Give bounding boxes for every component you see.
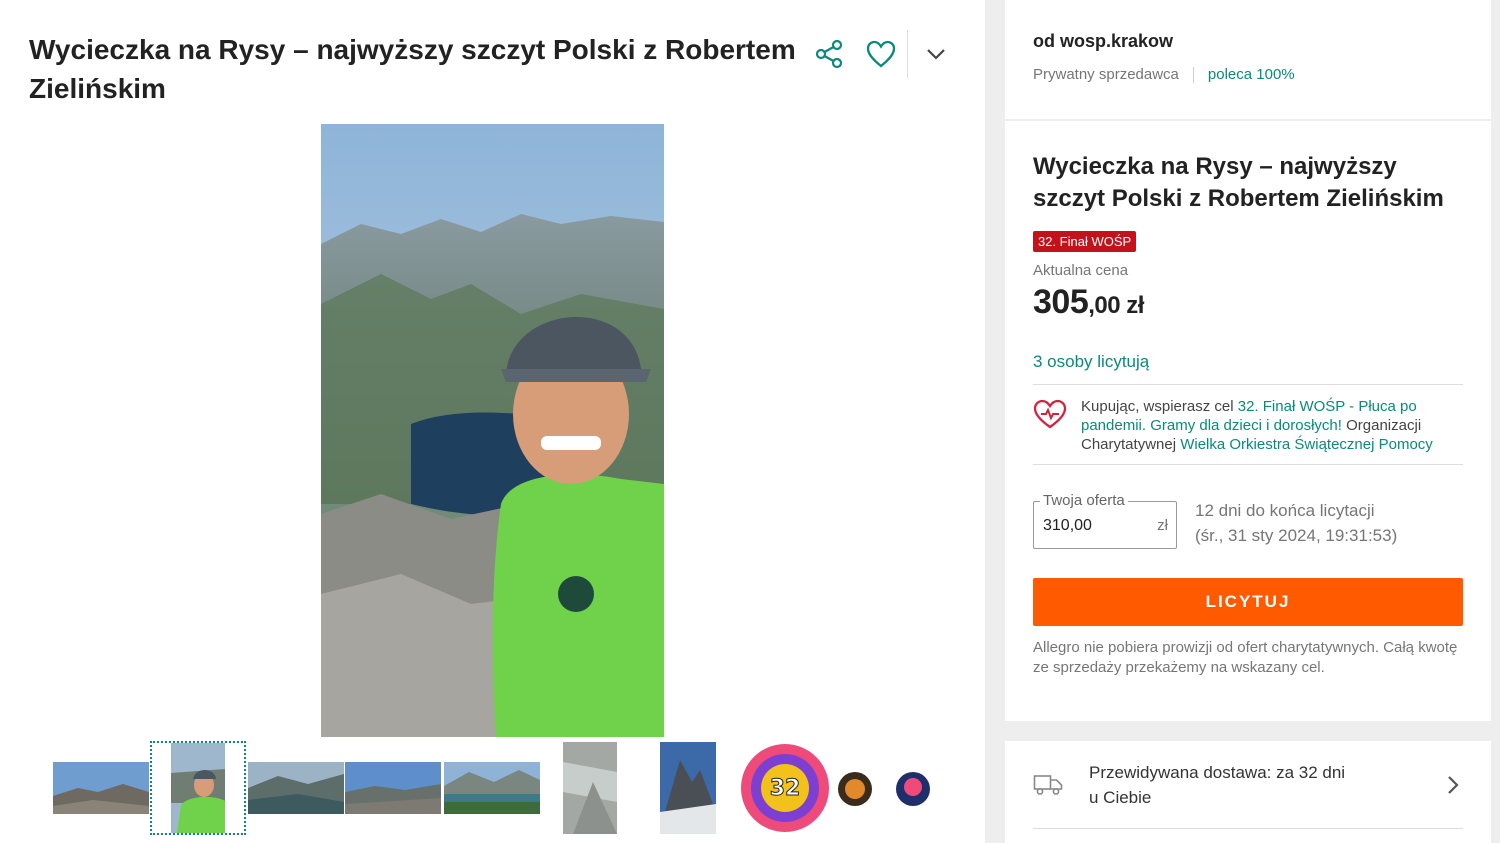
thumbnail-7[interactable] <box>659 741 717 835</box>
thumbnail-1[interactable] <box>53 741 149 835</box>
offer-card: Wycieczka na Rysy – najwyższy szczyt Pol… <box>1005 121 1491 721</box>
bidders-count[interactable]: 3 osoby licytują <box>1033 352 1463 372</box>
price-label: Aktualna cena <box>1033 262 1129 279</box>
thumbnail-strip: 32 <box>53 741 953 835</box>
bid-input-label: Twoja oferta <box>1040 492 1128 509</box>
bid-input-value[interactable]: 310,00 <box>1043 517 1092 535</box>
more-options-button[interactable] <box>912 30 960 78</box>
delivery-row[interactable]: Przewidywana dostawa: za 32 dni u Ciebie <box>1033 741 1463 829</box>
price-fraction: ,00 zł <box>1088 292 1144 319</box>
bid-row: Twoja oferta 310,00 zł 12 dni do końca l… <box>1033 492 1463 549</box>
truck-icon <box>1033 774 1063 795</box>
charity-badge: 32. Finał WOŚP <box>1033 231 1137 252</box>
share-icon <box>815 39 843 69</box>
auction-deadline: 12 dni do końca licytacji (śr., 31 sty 2… <box>1195 498 1397 548</box>
seller-meta: Prywatny sprzedawca poleca 100% <box>1033 66 1463 83</box>
actions-divider <box>907 30 908 78</box>
bid-amount-input[interactable]: Twoja oferta 310,00 zł <box>1033 492 1177 549</box>
bid-currency: zł <box>1157 517 1168 534</box>
delivery-line-2: u Ciebie <box>1089 787 1152 807</box>
chevron-down-icon <box>927 49 945 60</box>
delivery-card[interactable]: Przewidywana dostawa: za 32 dni u Ciebie <box>1005 741 1491 843</box>
finale-logo-text: 32 <box>770 776 801 801</box>
heart-icon <box>866 40 896 68</box>
thumbnail-5[interactable] <box>443 741 541 835</box>
thumbnail-3[interactable] <box>248 741 344 835</box>
favorite-button[interactable] <box>857 30 905 78</box>
current-price: 305,00 zł <box>1033 283 1463 322</box>
share-button[interactable] <box>805 30 853 78</box>
thumbnail-6[interactable] <box>561 741 619 835</box>
divider <box>1033 464 1463 465</box>
charity-organization-link[interactable]: Wielka Orkiestra Świątecznej Pomocy <box>1180 436 1433 453</box>
seller-name[interactable]: od wosp.krakow <box>1033 31 1463 52</box>
page-title: Wycieczka na Rysy – najwyższy szczyt Pol… <box>29 34 796 104</box>
main-product-photo[interactable] <box>321 124 664 737</box>
charity-info: Kupując, wspierasz cel 32. Finał WOŚP - … <box>1033 385 1463 464</box>
deadline-remaining: 12 dni do końca licytacji <box>1195 501 1375 520</box>
charity-text: Kupując, wspierasz cel 32. Finał WOŚP - … <box>1081 397 1463 454</box>
meta-divider <box>1192 66 1194 83</box>
commission-note: Allegro nie pobiera prowizji od ofert ch… <box>1033 639 1458 676</box>
price-main: 305 <box>1033 283 1089 321</box>
seller-card: od wosp.krakow Prywatny sprzedawca polec… <box>1005 0 1491 119</box>
thumbnail-8[interactable]: 32 <box>737 741 937 835</box>
chevron-right-icon <box>1448 775 1459 794</box>
title-actions <box>805 30 965 78</box>
thumbnail-4[interactable] <box>345 741 441 835</box>
thumbnail-2[interactable] <box>150 741 246 835</box>
delivery-line-1: Przewidywana dostawa: za 32 dni <box>1089 762 1346 782</box>
product-gallery-panel: Wycieczka na Rysy – najwyższy szczyt Pol… <box>0 0 985 843</box>
deadline-date: (śr., 31 sty 2024, 19:31:53) <box>1195 526 1398 545</box>
delivery-estimate: Przewidywana dostawa: za 32 dni u Ciebie <box>1089 760 1443 810</box>
bid-button[interactable]: LICYTUJ <box>1033 578 1463 626</box>
offer-title: Wycieczka na Rysy – najwyższy szczyt Pol… <box>1033 153 1444 212</box>
charity-text-prefix: Kupując, wspierasz cel <box>1081 398 1238 415</box>
seller-type: Prywatny sprzedawca <box>1033 66 1179 83</box>
seller-recommendation[interactable]: poleca 100% <box>1208 66 1295 83</box>
heart-pulse-icon <box>1033 397 1081 454</box>
